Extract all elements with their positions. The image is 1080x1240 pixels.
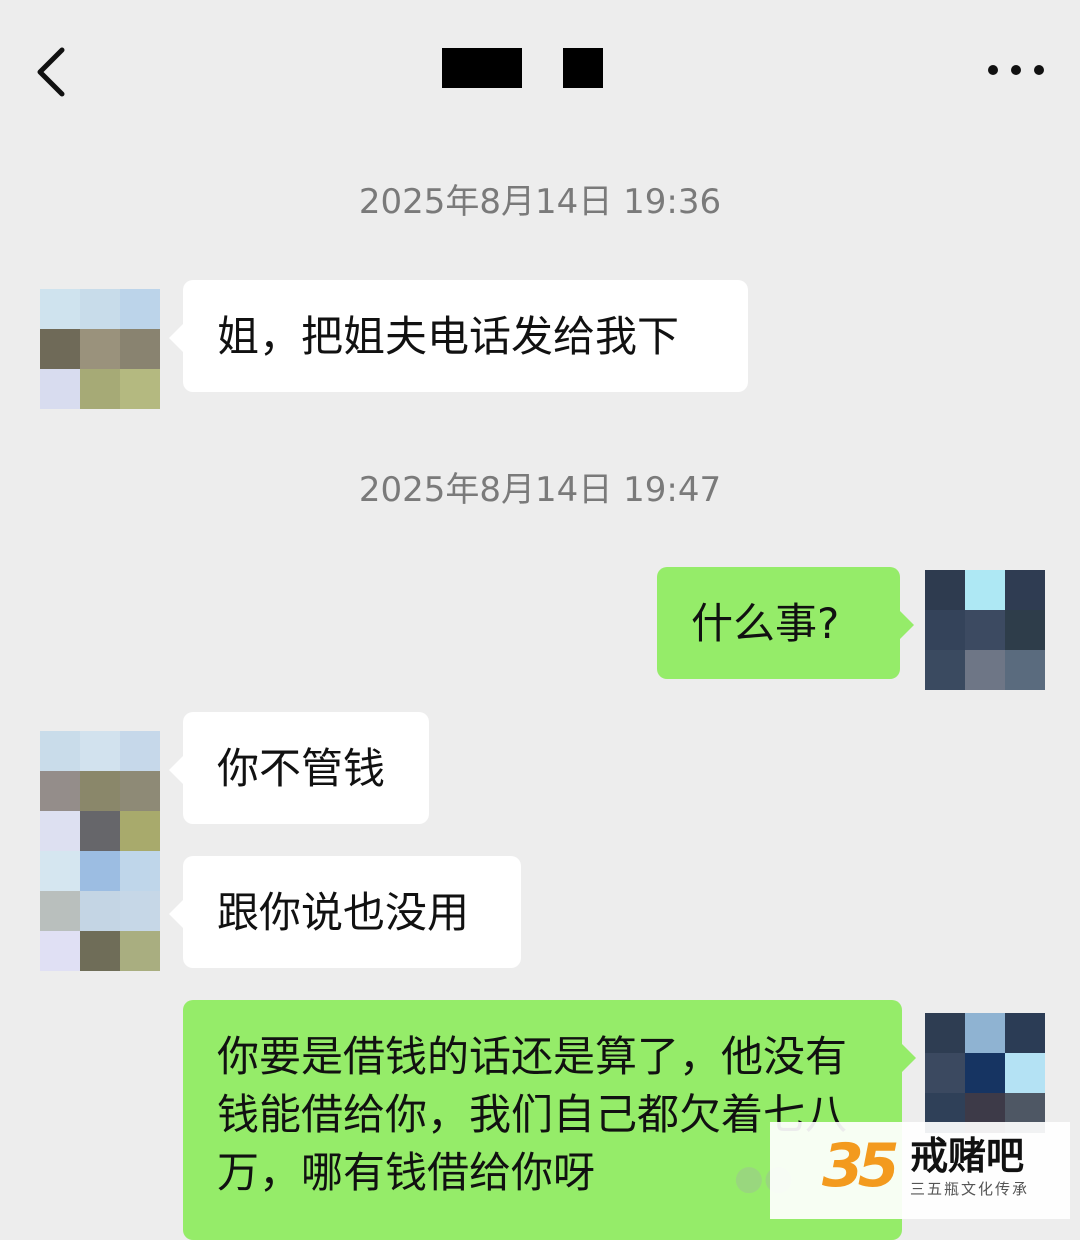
contact-avatar[interactable]	[40, 731, 160, 851]
message-timestamp: 2025年8月14日 19:36	[358, 182, 722, 222]
watermark-logo: 35	[822, 1131, 899, 1201]
incoming-message-bubble[interactable]: 姐，把姐夫电话发给我下	[169, 280, 748, 392]
more-dot	[1011, 65, 1021, 75]
watermark-title: 戒赌吧	[910, 1134, 1025, 1178]
my-avatar[interactable]	[925, 1013, 1045, 1133]
contact-name-redacted-2	[563, 48, 603, 88]
outgoing-message-bubble[interactable]: 什么事?	[657, 567, 914, 679]
chat-header	[0, 0, 1080, 140]
more-options-button[interactable]	[988, 62, 1044, 78]
contact-name-redacted	[442, 48, 522, 88]
more-dot	[1034, 65, 1044, 75]
contact-avatar[interactable]	[40, 289, 160, 409]
watermark-subtitle: 三五瓶文化传承	[910, 1180, 1030, 1198]
message-timestamp: 2025年8月14日 19:47	[358, 470, 722, 510]
incoming-message-bubble[interactable]: 跟你说也没用	[169, 856, 521, 968]
source-watermark: 35 戒赌吧 三五瓶文化传承	[770, 1122, 1070, 1219]
back-button[interactable]	[30, 42, 80, 102]
chevron-left-icon	[37, 47, 65, 97]
my-avatar[interactable]	[925, 570, 1045, 690]
contact-avatar[interactable]	[40, 851, 160, 971]
more-dot	[988, 65, 998, 75]
incoming-message-bubble[interactable]: 你不管钱	[169, 712, 429, 824]
